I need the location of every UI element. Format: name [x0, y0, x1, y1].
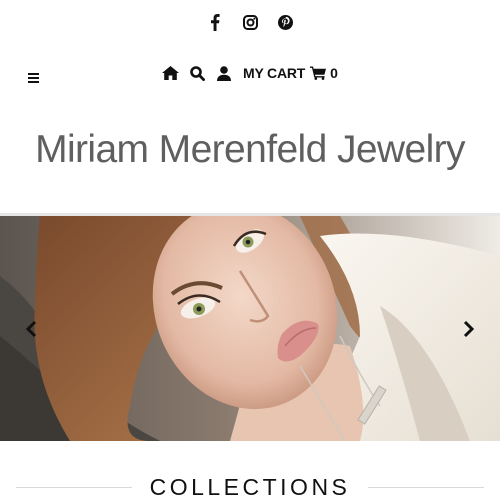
- section-rule-right: [368, 487, 484, 488]
- shopping-cart-icon: [310, 66, 327, 80]
- hero-image: [0, 216, 500, 441]
- cart-count: 0: [330, 65, 338, 81]
- facebook-icon[interactable]: [207, 12, 223, 32]
- social-links: [0, 12, 500, 34]
- cart-label: MY CART: [243, 65, 306, 81]
- home-icon[interactable]: [162, 65, 179, 82]
- cart-link[interactable]: MY CART 0: [243, 65, 338, 81]
- site-logo[interactable]: Miriam Merenfeld Jewelry: [0, 128, 500, 172]
- collections-section-header: COLLECTIONS: [0, 472, 500, 500]
- header-toolbar: MY CART 0: [162, 63, 338, 83]
- slideshow-prev-button[interactable]: [22, 318, 40, 340]
- hamburger-menu-icon[interactable]: [28, 72, 40, 84]
- pinterest-icon[interactable]: [277, 12, 293, 32]
- hero-slideshow: [0, 216, 500, 441]
- slideshow-next-button[interactable]: [460, 318, 478, 340]
- user-icon[interactable]: [216, 65, 232, 82]
- instagram-icon[interactable]: [242, 12, 258, 32]
- chevron-right-icon: [463, 320, 475, 338]
- search-icon[interactable]: [189, 65, 206, 82]
- chevron-left-icon: [25, 320, 37, 338]
